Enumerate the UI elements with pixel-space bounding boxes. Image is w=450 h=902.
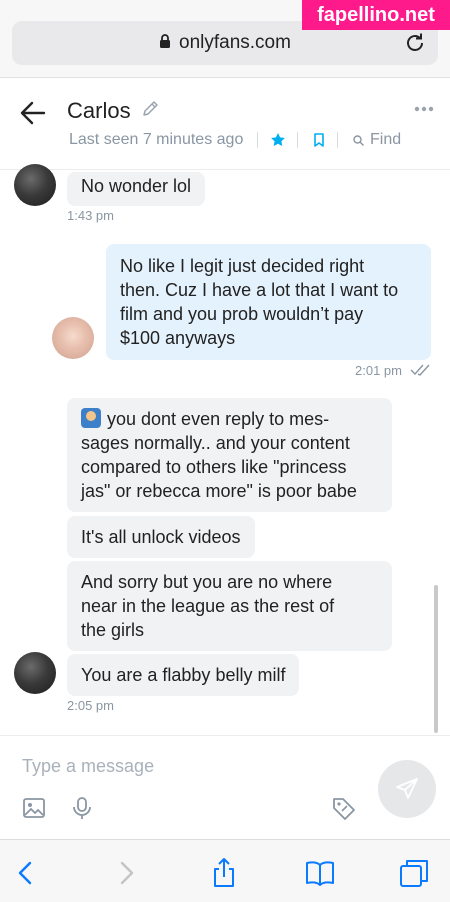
divider [337,132,338,148]
message-time: 1:43 pm [67,208,114,223]
my-avatar[interactable] [52,317,94,359]
message-line: $100 anyways [120,328,236,348]
double-check-icon [410,364,430,376]
contact-name[interactable]: Carlos [67,98,131,124]
message-line: film and you prob wouldn’t pay [120,304,364,324]
message-time: 2:05 pm [67,698,114,713]
message-line: then. Cuz I have a lot that I want to [120,280,399,300]
message-line: compared to others like "princess [81,457,347,477]
contact-avatar[interactable] [14,164,56,206]
message-line: No like I legit just decided right [120,256,365,276]
star-icon[interactable] [270,132,286,148]
search-icon[interactable] [353,135,364,146]
message-input[interactable]: Type a message [22,756,154,777]
watermark: fapellino.net [302,0,450,30]
incoming-message: You are a flabby belly milf [67,654,300,696]
outgoing-message: No like I legit just decided right then.… [106,244,431,360]
message-line-text: you dont even reply to mes- [107,409,330,429]
bookmark-icon[interactable] [313,133,325,148]
tabs-icon[interactable] [398,857,430,889]
send-button[interactable] [378,760,436,818]
message-line: you dont even reply to mes- [81,407,378,431]
message-text: You are a flabby belly milf [81,665,286,685]
browser-toolbar [0,839,450,902]
message-text: It's all unlock videos [81,527,241,547]
share-icon[interactable] [208,857,240,889]
book-icon[interactable] [304,857,336,889]
chevron-right-icon[interactable] [110,857,142,889]
url-label: onlyfans.com [179,32,291,53]
lock-icon [159,33,171,48]
divider [257,132,258,148]
message-line: the girls [81,620,145,640]
more-dots-icon[interactable] [414,105,434,113]
send-icon [396,778,418,799]
incoming-message: No wonder lol [67,172,206,206]
price-tag-icon[interactable] [332,796,356,820]
chevron-left-icon[interactable] [10,857,42,889]
find-button[interactable]: Find [370,131,401,149]
microphone-icon[interactable] [70,796,94,820]
pencil-icon[interactable] [141,100,159,118]
divider [297,132,298,148]
contact-avatar[interactable] [14,652,56,694]
arrow-left-icon[interactable] [20,100,46,126]
emoji-icon [81,408,101,428]
last-seen-status: Last seen 7 minutes ago [69,131,244,148]
reload-icon[interactable] [404,32,426,54]
incoming-message: It's all unlock videos [67,516,255,558]
message-line: near in the league as the rest of [81,596,335,616]
browser-top-bar: onlyfans.com fapellino.net [0,0,450,78]
message-time: 2:01 pm [355,363,402,378]
message-text: No wonder lol [81,176,192,196]
message-line: And sorry but you are no where [81,572,333,592]
image-icon[interactable] [22,796,46,820]
address-text: onlyfans.com [12,32,438,54]
message-line: sages normally.. and your content [81,433,350,453]
incoming-message: you dont even reply to mes- sages normal… [67,398,392,512]
incoming-message: And sorry but you are no where near in t… [67,561,392,651]
scrollbar[interactable] [434,585,438,733]
message-line: jas" or rebecca more" is poor babe [81,481,357,501]
message-composer: Type a message [0,735,450,839]
chat-header: Carlos Last seen 7 minutes ago Find [0,78,450,170]
